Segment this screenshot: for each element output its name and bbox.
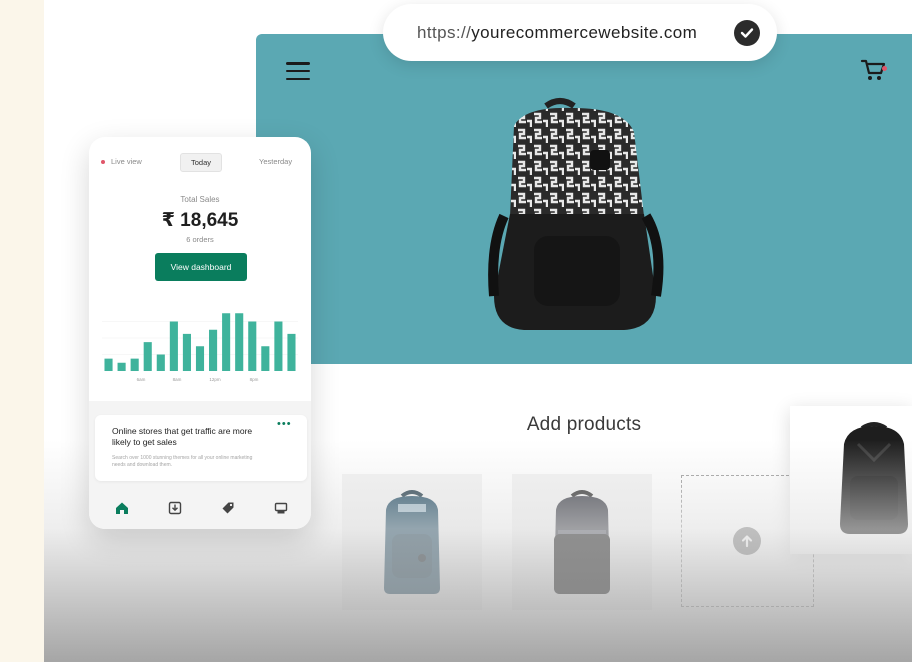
tip-card-description: Search over 1000 stunning themes for all… [112, 455, 253, 468]
date-toggle-bar: Live view Today Yesterday [89, 151, 311, 173]
chart-tick-label: 12pm [209, 377, 221, 382]
chart-bar [104, 358, 113, 372]
chart-tick-label: 6am [137, 377, 146, 382]
storefront-preview: Add products [256, 34, 912, 662]
check-circle-icon [734, 20, 760, 46]
chart-bar [248, 321, 257, 371]
blue-backpack-image [384, 490, 440, 594]
view-dashboard-button[interactable]: View dashboard [155, 253, 247, 281]
chart-tick-label: 8pm [250, 377, 259, 382]
tag-icon[interactable] [221, 501, 235, 515]
chart-bar [195, 346, 205, 371]
store-icon[interactable] [274, 501, 288, 515]
more-dots-icon[interactable]: ••• [277, 418, 292, 430]
chart-bar [235, 313, 244, 371]
cart-badge-dot [882, 66, 887, 71]
chart-bar [261, 346, 270, 371]
download-icon[interactable] [168, 501, 182, 515]
chart-bar [182, 333, 191, 372]
product-tile[interactable] [512, 474, 652, 610]
hamburger-menu-icon[interactable] [286, 62, 310, 80]
chart-bar [143, 342, 152, 372]
total-sales-label: Total Sales [180, 195, 220, 204]
chart-bar [169, 321, 178, 371]
sales-bar-chart: 6am 8am 12pm 8pm [102, 313, 298, 382]
total-sales-value: ₹ 18,645 [161, 210, 239, 231]
chart-bar [209, 329, 218, 371]
chart-bar [130, 358, 139, 372]
chart-bar [287, 333, 296, 372]
chart-tick-label: 8am [173, 377, 182, 382]
tip-card-title: Online stores that get traffic are more … [112, 426, 253, 447]
black-backpack-image [840, 422, 908, 534]
tip-card[interactable]: Online stores that get traffic are more … [95, 415, 307, 481]
floating-product-card[interactable] [790, 406, 912, 554]
arrow-up-circle-icon[interactable] [733, 527, 761, 555]
hero-banner [256, 34, 912, 364]
orders-count: 6 orders [186, 235, 214, 244]
chart-bar [117, 362, 126, 371]
today-button[interactable]: Today [180, 153, 222, 172]
hero-backpack-image [488, 98, 664, 330]
chart-bar [156, 354, 165, 371]
yesterday-button[interactable]: Yesterday [259, 157, 292, 166]
live-view-label[interactable]: Live view [111, 157, 142, 166]
home-icon[interactable] [115, 501, 129, 515]
product-tile[interactable] [342, 474, 482, 610]
url-bar[interactable]: https://yourecommercewebsite.com [383, 4, 777, 61]
grey-backpack-image [554, 490, 610, 594]
live-indicator-dot [101, 160, 105, 164]
mobile-dashboard: Live view Today Yesterday Total Sales ₹ … [89, 137, 311, 529]
url-text: https://yourecommercewebsite.com [417, 22, 698, 42]
chart-bar [222, 313, 231, 371]
chart-bar [274, 321, 283, 371]
bottom-tab-bar [95, 493, 307, 523]
